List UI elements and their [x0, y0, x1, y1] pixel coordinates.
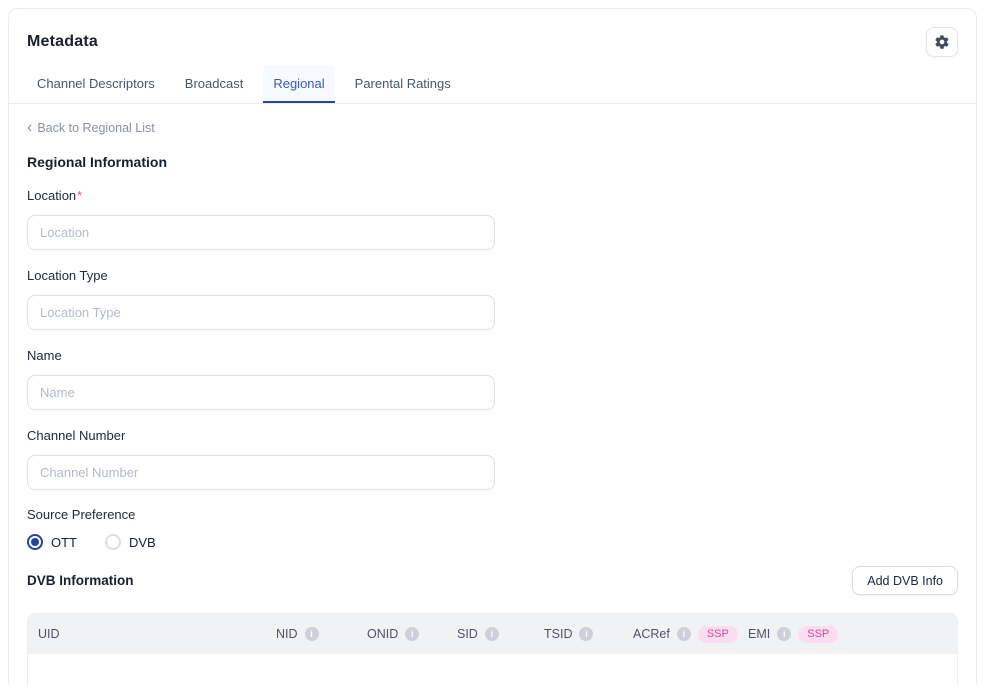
column-header-tsid: TSID i — [544, 627, 633, 641]
source-preference-options: OTT DVB — [27, 534, 958, 550]
channel-number-label: Channel Number — [27, 428, 958, 443]
required-asterisk: * — [77, 188, 82, 203]
back-to-regional-list-link[interactable]: ‹ Back to Regional List — [27, 121, 155, 135]
info-icon[interactable]: i — [485, 627, 499, 641]
dvb-table-header-row: UID NID i ONID i SID i TSID i — [28, 614, 957, 654]
tab-bar: Channel Descriptors Broadcast Regional P… — [9, 65, 976, 104]
tab-broadcast[interactable]: Broadcast — [175, 65, 254, 103]
card-header: Metadata — [27, 27, 958, 57]
acref-column-label: ACRef — [633, 627, 670, 641]
sid-column-label: SID — [457, 627, 478, 641]
ssp-badge: SSP — [698, 626, 738, 643]
gear-icon — [934, 34, 950, 50]
location-type-field-group: Location Type — [27, 268, 958, 330]
location-input[interactable] — [27, 215, 495, 250]
channel-number-input[interactable] — [27, 455, 495, 490]
add-dvb-info-button[interactable]: Add DVB Info — [852, 566, 958, 595]
info-icon[interactable]: i — [677, 627, 691, 641]
location-label: Location* — [27, 188, 958, 203]
dvb-information-heading: DVB Information — [27, 573, 134, 588]
radio-option-dvb[interactable]: DVB — [105, 534, 156, 550]
ssp-badge: SSP — [798, 626, 838, 643]
page-title: Metadata — [27, 33, 98, 51]
tab-parental-ratings[interactable]: Parental Ratings — [345, 65, 461, 103]
radio-unselected-icon — [105, 534, 121, 550]
info-icon[interactable]: i — [777, 627, 791, 641]
column-header-acref: ACRef i SSP — [633, 626, 748, 643]
tsid-column-label: TSID — [544, 627, 572, 641]
info-icon[interactable]: i — [305, 627, 319, 641]
tab-channel-descriptors[interactable]: Channel Descriptors — [27, 65, 165, 103]
location-field-group: Location* — [27, 188, 958, 250]
column-header-onid: ONID i — [367, 627, 457, 641]
regional-information-heading: Regional Information — [27, 154, 958, 170]
location-type-input[interactable] — [27, 295, 495, 330]
radio-ott-label: OTT — [51, 535, 77, 550]
location-type-label: Location Type — [27, 268, 958, 283]
column-header-emi: EMI i SSP — [748, 626, 957, 643]
nid-column-label: NID — [276, 627, 298, 641]
name-label: Name — [27, 348, 958, 363]
radio-dvb-label: DVB — [129, 535, 156, 550]
back-link-label: Back to Regional List — [37, 121, 154, 135]
column-header-uid: UID — [38, 627, 276, 641]
name-field-group: Name — [27, 348, 958, 410]
dvb-table-body — [28, 654, 957, 685]
name-input[interactable] — [27, 375, 495, 410]
chevron-left-icon: ‹ — [27, 122, 32, 134]
info-icon[interactable]: i — [405, 627, 419, 641]
column-header-nid: NID i — [276, 627, 367, 641]
column-header-sid: SID i — [457, 627, 544, 641]
tab-regional[interactable]: Regional — [263, 65, 334, 103]
source-preference-label: Source Preference — [27, 507, 958, 522]
onid-column-label: ONID — [367, 627, 398, 641]
uid-column-label: UID — [38, 627, 60, 641]
dvb-table: UID NID i ONID i SID i TSID i — [27, 613, 958, 685]
emi-column-label: EMI — [748, 627, 770, 641]
metadata-card: Metadata Channel Descriptors Broadcast R… — [8, 8, 977, 685]
settings-button[interactable] — [926, 27, 958, 57]
channel-number-field-group: Channel Number — [27, 428, 958, 490]
dvb-information-header: DVB Information Add DVB Info — [27, 566, 958, 595]
info-icon[interactable]: i — [579, 627, 593, 641]
location-label-text: Location — [27, 188, 76, 203]
radio-selected-icon — [27, 534, 43, 550]
radio-option-ott[interactable]: OTT — [27, 534, 77, 550]
source-preference-group: Source Preference OTT DVB — [27, 507, 958, 550]
